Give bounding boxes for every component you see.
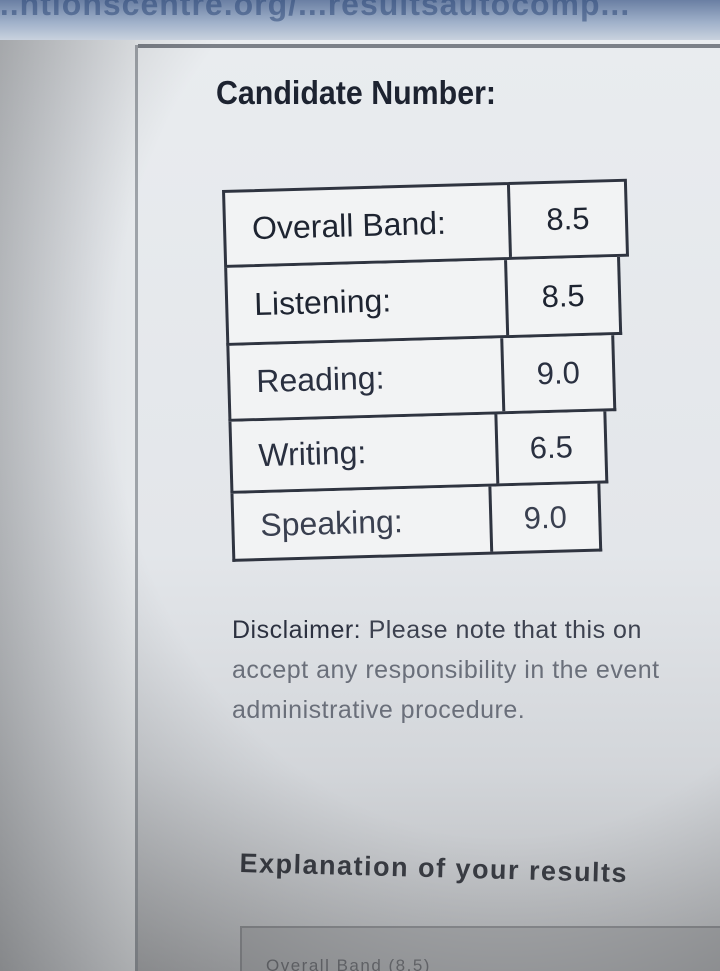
results-page: Candidate Number: Overall Band: 8.5 List…: [0, 40, 720, 971]
result-label: Speaking:: [233, 486, 494, 559]
disclaimer-line-3: administrative procedure.: [232, 696, 526, 724]
disclaimer-line-1: Please note that this on: [368, 616, 642, 644]
result-row-speaking: Speaking: 9.0: [230, 483, 603, 562]
explanation-heading: Explanation of your results: [239, 848, 629, 889]
result-value: 9.0: [523, 499, 568, 536]
overall-band-panel[interactable]: Overall Band (8.5): [240, 926, 720, 971]
result-label: Overall Band:: [225, 184, 512, 265]
left-sidebar: [0, 40, 135, 971]
result-value: 9.0: [536, 354, 581, 391]
result-value: 8.5: [545, 200, 590, 237]
result-row-reading: Reading: 9.0: [226, 335, 617, 422]
url-text: ...ntionscentre.org/...resultsautocomp..…: [0, 0, 631, 22]
result-value: 6.5: [529, 428, 574, 466]
disclaimer-text: Disclaimer: Please note that this on acc…: [232, 610, 720, 730]
result-row-listening: Listening: 8.5: [224, 256, 623, 346]
browser-url-bar: ...ntionscentre.org/...resultsautocomp..…: [0, 0, 720, 40]
result-label: Reading:: [229, 338, 506, 419]
results-table: Overall Band: 8.5 Listening: 8.5 Reading…: [222, 178, 637, 562]
content-top-border: [138, 44, 720, 48]
disclaimer-heading: Disclaimer:: [232, 616, 362, 644]
result-value: 8.5: [541, 277, 586, 314]
result-row-writing: Writing: 6.5: [228, 411, 609, 494]
result-label: Listening:: [227, 260, 510, 343]
result-row-overall: Overall Band: 8.5: [222, 178, 630, 268]
sidebar-divider: [135, 45, 138, 971]
overall-band-panel-label: Overall Band (8.5): [266, 956, 431, 971]
candidate-number-label: Candidate Number:: [216, 74, 497, 111]
result-label: Writing:: [231, 414, 500, 491]
disclaimer-line-2: accept any responsibility in the event: [232, 656, 660, 684]
